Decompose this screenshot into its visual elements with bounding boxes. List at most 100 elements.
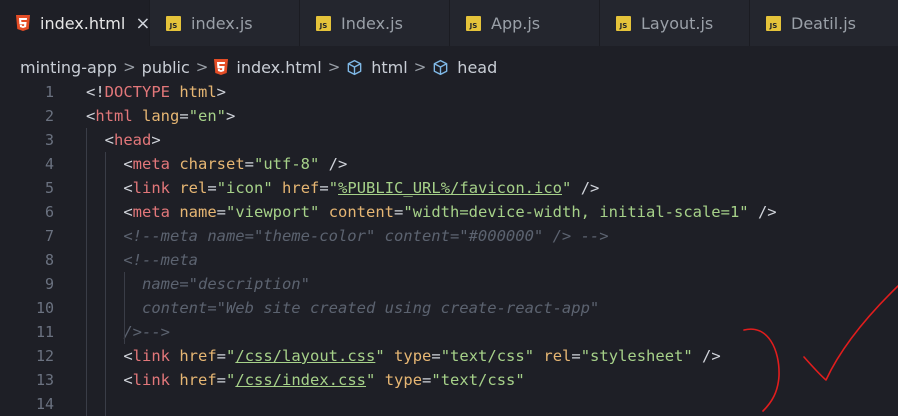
js-file-icon: JS	[166, 15, 181, 31]
code-token: rel	[543, 347, 572, 365]
close-icon[interactable]: ×	[135, 13, 150, 34]
breadcrumb-item[interactable]: head	[457, 58, 497, 77]
code-text: <html lang="en">	[86, 104, 235, 128]
code-token: "stylesheet"	[580, 347, 693, 365]
html5-icon	[214, 59, 229, 75]
code-token: href	[179, 371, 217, 389]
code-line[interactable]: 9 name="description"	[0, 272, 898, 296]
code-line[interactable]: 8 <!--meta	[0, 248, 898, 272]
tab-deatil-js[interactable]: JS Deatil.js	[750, 0, 898, 46]
breadcrumb-item[interactable]: minting-app	[20, 58, 117, 77]
code-line[interactable]: 6 <meta name="viewport" content="width=d…	[0, 200, 898, 224]
code-token: =	[571, 347, 581, 365]
code-line[interactable]: 1 <!DOCTYPE html>	[0, 80, 898, 104]
code-token: =	[319, 179, 329, 197]
code-token: DOCTYPE	[104, 83, 170, 101]
tab-index-js[interactable]: JS index.js	[150, 0, 300, 46]
tab-index-html[interactable]: index.html ×	[0, 0, 150, 46]
js-file-icon: JS	[466, 15, 481, 31]
breadcrumb-item[interactable]: html	[371, 58, 407, 77]
symbol-element-icon	[432, 59, 449, 76]
code-token: <	[86, 155, 133, 173]
code-token: =	[207, 179, 217, 197]
code-text: content="Web site created using create-r…	[86, 296, 599, 320]
code-line[interactable]: 13 <link href="/css/index.css" type="tex…	[0, 368, 898, 392]
breadcrumb-separator: >	[413, 58, 427, 76]
code-token: />	[571, 179, 600, 197]
code-token: <	[86, 203, 133, 221]
code-token: "text/css"	[431, 371, 525, 389]
code-line[interactable]: 11 />-->	[0, 320, 898, 344]
code-line[interactable]: 4 <meta charset="utf-8" />	[0, 152, 898, 176]
tab-label: App.js	[491, 13, 541, 33]
code-token: "	[562, 179, 572, 197]
code-text: <link href="/css/index.css" type="text/c…	[86, 368, 525, 392]
code-token: meta	[132, 155, 170, 173]
html5-icon	[16, 15, 30, 31]
code-line[interactable]: 10 content="Web site created using creat…	[0, 296, 898, 320]
js-file-icon: JS	[316, 15, 331, 31]
code-line[interactable]: 7 <!--meta name="theme-color" content="#…	[0, 224, 898, 248]
line-number: 2	[44, 107, 54, 125]
code-token: html	[179, 83, 217, 101]
breadcrumb-separator: >	[195, 58, 209, 76]
code-token: <	[86, 131, 114, 149]
code-token: "	[375, 347, 385, 365]
breadcrumb-item[interactable]: public	[142, 58, 190, 77]
indent-guide	[124, 272, 125, 344]
breadcrumb-item[interactable]: index.html	[236, 58, 321, 77]
tab-index-js[interactable]: JS Index.js	[300, 0, 450, 46]
code-token: %PUBLIC_URL%/favicon.ico	[338, 179, 563, 197]
tab-label: index.html	[40, 13, 126, 33]
code-token: =	[216, 203, 227, 221]
code-token: link	[132, 179, 170, 197]
code-token: "en"	[188, 107, 227, 125]
line-number: 13	[35, 371, 54, 389]
code-token: href	[179, 347, 217, 365]
code-line[interactable]: 3 <head>	[0, 128, 898, 152]
code-token: /css/layout.css	[235, 347, 376, 365]
code-token: >	[151, 131, 161, 149]
breadcrumb-separator: >	[123, 58, 136, 76]
code-token: "utf-8"	[254, 155, 320, 173]
code-line[interactable]: 2 <html lang="en">	[0, 104, 898, 128]
line-number: 8	[44, 251, 54, 269]
code-token: =	[394, 203, 404, 221]
code-token: =	[179, 107, 189, 125]
code-text: name="description"	[86, 272, 310, 296]
symbol-element-icon	[346, 59, 363, 76]
code-token: <!--meta	[86, 251, 198, 269]
code-token: />	[319, 155, 348, 173]
code-token: link	[132, 371, 170, 389]
code-token: <	[86, 107, 96, 125]
code-text: <meta charset="utf-8" />	[86, 152, 347, 176]
code-line[interactable]: 5 <link rel="icon" href="%PUBLIC_URL%/fa…	[0, 176, 898, 200]
indent-guide	[105, 152, 106, 416]
editor-tab-bar: index.html × JS index.js JS Index.js JS App.js J…	[0, 0, 898, 46]
code-token: />	[748, 203, 777, 221]
tab-layout-js[interactable]: JS Layout.js	[600, 0, 750, 46]
code-token: type	[394, 347, 432, 365]
line-number: 5	[44, 179, 54, 197]
line-number: 12	[35, 347, 54, 365]
code-token: href	[282, 179, 320, 197]
code-text: <!--meta	[86, 248, 198, 272]
tab-label: Index.js	[341, 13, 403, 33]
line-number: 10	[35, 299, 54, 317]
code-token: name	[179, 203, 217, 221]
code-text: <link rel="icon" href="%PUBLIC_URL%/favi…	[86, 176, 599, 200]
code-line[interactable]: 14	[0, 392, 898, 416]
indent-guide	[86, 128, 87, 416]
line-number: 11	[35, 323, 54, 341]
code-token: <!--meta name="theme-color" content="#00…	[86, 227, 609, 245]
tab-app-js[interactable]: JS App.js	[450, 0, 600, 46]
code-line[interactable]: 12 <link href="/css/layout.css" type="te…	[0, 344, 898, 368]
code-token: <	[86, 179, 133, 197]
code-token: "	[226, 347, 236, 365]
